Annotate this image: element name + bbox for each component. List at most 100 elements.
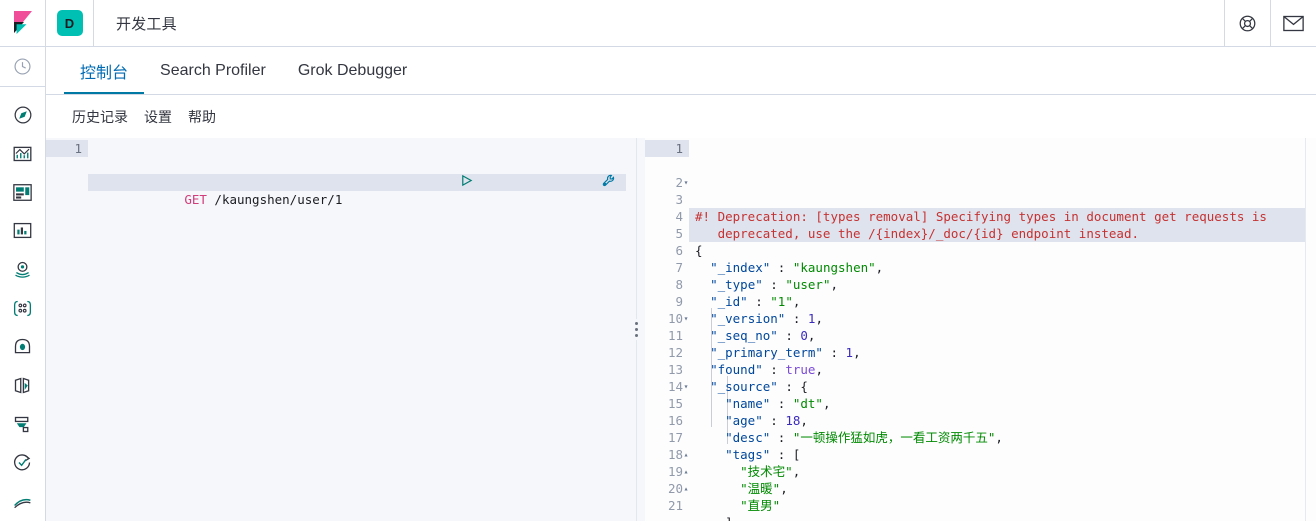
machine-learning-icon	[13, 300, 32, 316]
response-code-line: "_index" : "kaungshen",	[689, 259, 1316, 276]
response-code-line: "直男"	[689, 497, 1316, 514]
response-code-area[interactable]: #! Deprecation: [types removal] Specifyi…	[689, 138, 1316, 521]
tab-grok-debugger[interactable]: Grok Debugger	[282, 47, 423, 94]
console-panes: 1 GET /kaungshen/user/1 1 2 ▾ 3 4 5 6 7 …	[46, 138, 1316, 521]
menu-item-history[interactable]: 历史记录	[64, 107, 136, 127]
menu-item-help[interactable]: 帮助	[180, 107, 224, 127]
response-line-number: 10 ▾	[645, 310, 689, 327]
response-code-line: ]	[689, 514, 1316, 521]
json-key: "_id"	[710, 294, 748, 309]
json-comma: ,	[830, 277, 839, 292]
request-editor[interactable]: 1 GET /kaungshen/user/1	[46, 138, 626, 521]
sidebar-item-uptime[interactable]	[0, 444, 46, 483]
json-key: "_primary_term"	[710, 345, 823, 360]
recently-viewed-icon	[14, 58, 31, 75]
sidebar-item-canvas[interactable]	[0, 211, 46, 250]
json-value: {	[800, 379, 808, 394]
space-avatar[interactable]: D	[46, 0, 94, 46]
sidebar-item-discover[interactable]	[0, 95, 46, 134]
request-line-1[interactable]: GET /kaungshen/user/1	[88, 174, 626, 207]
response-line-number: 21	[667, 498, 683, 513]
request-gutter: 1	[46, 138, 88, 521]
response-editor-pane[interactable]: 1 2 ▾ 3 4 5 6 7 8 9 10 ▾ 11 12 13 14 ▾ 15 16 17 18 ▴ 19 ▴ 20 ▴ 21 …	[645, 138, 1316, 521]
response-line-number: 7	[675, 260, 683, 275]
response-code-line: "_source" : {	[689, 378, 1316, 395]
help-icon[interactable]	[1224, 0, 1270, 46]
json-value: 1	[845, 345, 854, 360]
sidebar-item-apm[interactable]	[0, 405, 46, 444]
response-code-line: "温暖",	[689, 480, 1316, 497]
response-code-line: "_version" : 1,	[689, 310, 1316, 327]
sidebar-item-recently-viewed[interactable]	[0, 47, 46, 86]
response-line-number: 19 ▴	[645, 463, 689, 480]
mail-envelope-glyph	[1283, 15, 1304, 31]
tab-search-profiler[interactable]: Search Profiler	[144, 47, 282, 94]
json-comma: ,	[807, 328, 816, 343]
response-line-number: 3	[675, 192, 683, 207]
json-value: "技术宅"	[740, 464, 793, 479]
grip-dot	[634, 328, 638, 331]
menu-item-settings[interactable]: 设置	[136, 107, 180, 127]
kibana-dev-tools-page: D 开发工具 控制台 Search Profiler Grok Debugger…	[0, 0, 1316, 521]
response-line-number: 18 ▴	[645, 446, 689, 463]
response-line-number: 2 ▾	[645, 174, 689, 191]
request-code-area[interactable]: GET /kaungshen/user/1	[88, 138, 626, 521]
json-comma: ,	[780, 481, 788, 496]
uptime-icon	[14, 454, 31, 471]
request-horizontal-scrollbar[interactable]	[46, 514, 626, 521]
wrench-glyph	[602, 174, 615, 186]
response-code-line: #! Deprecation: [types removal] Specifyi…	[689, 208, 1316, 225]
app-header: D 开发工具	[0, 0, 1316, 47]
deprecation-warning-text: deprecated, use the /{index}/_doc/{id} e…	[695, 226, 1140, 241]
json-key: "found"	[710, 362, 763, 377]
dashboard-icon	[13, 183, 32, 201]
json-value: "一顿操作猛如虎，一看工资两千五"	[792, 430, 996, 445]
primary-sidebar	[0, 47, 46, 521]
json-key: "desc"	[725, 430, 771, 445]
sidebar-item-infrastructure[interactable]	[0, 327, 46, 366]
response-code-line: "_type" : "user",	[689, 276, 1316, 293]
wrench-icon[interactable]	[482, 157, 616, 209]
response-line-number: 5	[675, 226, 683, 241]
request-path: /kaungshen/user/1	[206, 192, 343, 207]
mail-icon[interactable]	[1270, 0, 1316, 46]
sidebar-item-machine-learning[interactable]	[0, 289, 46, 328]
sidebar-item-siem[interactable]	[0, 482, 46, 521]
json-comma: ,	[995, 430, 1003, 445]
json-value: "温暖"	[740, 481, 781, 496]
request-editor-pane[interactable]: 1 GET /kaungshen/user/1	[46, 138, 626, 521]
tab-console[interactable]: 控制台	[64, 47, 145, 94]
sidebar-item-maps[interactable]	[0, 250, 46, 289]
play-triangle-glyph	[461, 174, 472, 187]
json-comma: ,	[815, 311, 823, 326]
json-value: "1"	[770, 294, 793, 309]
sidebar-item-visualize[interactable]	[0, 134, 46, 173]
sidebar-item-logs[interactable]	[0, 366, 46, 405]
sidebar-item-dashboard[interactable]	[0, 173, 46, 212]
response-code-line: "_primary_term" : 1,	[689, 344, 1316, 361]
json-colon: :	[747, 294, 771, 309]
response-gutter: 1 2 ▾ 3 4 5 6 7 8 9 10 ▾ 11 12 13 14 ▾ 15 16 17 18 ▴ 19 ▴ 20 ▴ 21	[645, 138, 689, 521]
json-key: "tags"	[725, 447, 771, 462]
json-comma: ,	[792, 464, 801, 479]
discover-compass-icon	[14, 106, 31, 124]
response-line-number: 4	[675, 209, 683, 224]
json-colon: :	[770, 396, 793, 411]
response-vertical-scrollbar[interactable]	[1305, 138, 1316, 521]
pane-splitter[interactable]	[626, 138, 645, 521]
space-badge-letter: D	[56, 10, 83, 36]
splitter-grip-handle[interactable]	[634, 319, 638, 340]
response-line-number: 12	[667, 345, 683, 360]
response-line-number: 17	[667, 430, 683, 445]
canvas-icon	[13, 223, 32, 239]
response-code-line: {	[689, 242, 1316, 259]
response-editor[interactable]: 1 2 ▾ 3 4 5 6 7 8 9 10 ▾ 11 12 13 14 ▾ 15 16 17 18 ▴ 19 ▴ 20 ▴ 21 …	[645, 138, 1316, 521]
json-colon: :	[762, 413, 786, 428]
send-request-play-icon[interactable]	[339, 157, 472, 208]
kibana-logo[interactable]	[0, 0, 46, 46]
